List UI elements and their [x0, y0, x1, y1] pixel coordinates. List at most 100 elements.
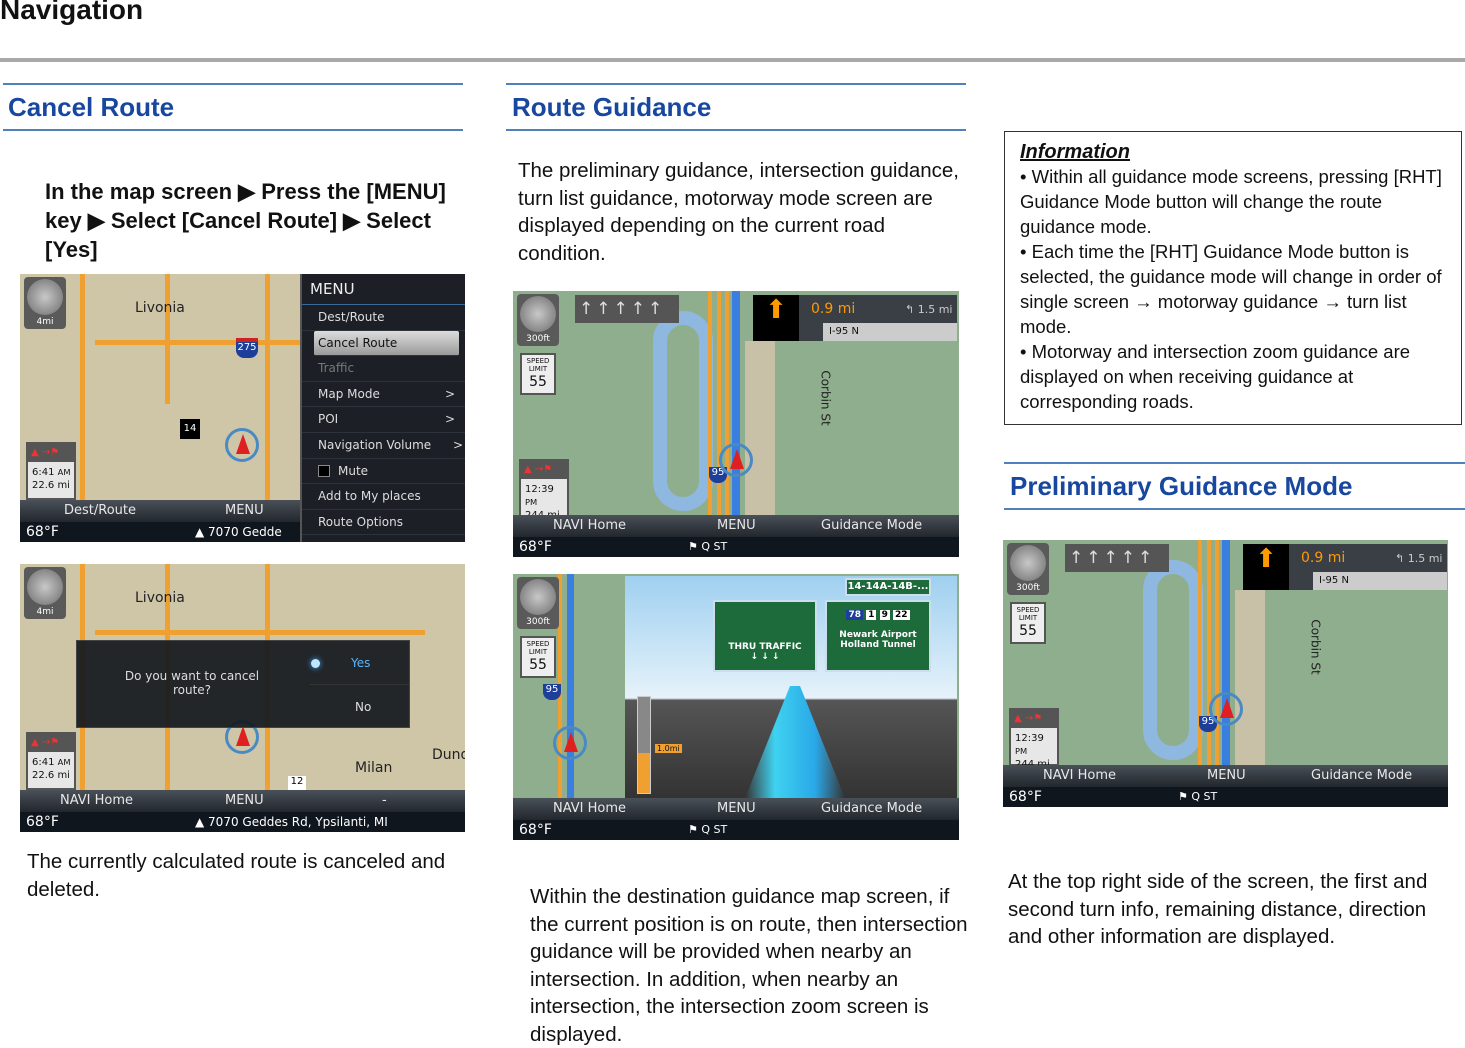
- compass-icon[interactable]: 4mi: [24, 277, 66, 329]
- eta-panel: 6:41 AM22.6 mi: [26, 442, 76, 500]
- route-guidance-body: Within the destination guidance map scre…: [530, 885, 968, 1046]
- mute-checkbox[interactable]: [318, 465, 330, 478]
- map-city-label: Livonia: [135, 300, 185, 316]
- menu-item-navigation-volume[interactable]: Navigation Volume >: [302, 433, 465, 459]
- compass-icon[interactable]: 300ft: [1007, 543, 1049, 595]
- chevron-right-icon: >: [444, 386, 455, 401]
- thru-traffic-sign: THRU TRAFFIC ↓ ↓ ↓: [713, 600, 817, 672]
- cancel-route-dialog: Do you want to cancel route? Yes No: [76, 640, 410, 728]
- compass-icon[interactable]: 300ft: [517, 294, 559, 346]
- interstate-shield-icon: 95: [543, 684, 561, 700]
- street-label: Corbin St: [1308, 619, 1323, 675]
- route-shield-icon: 14: [180, 419, 200, 439]
- right-softkey[interactable]: -: [382, 793, 387, 808]
- section-rule: [3, 83, 463, 85]
- street-label: Corbin St: [818, 370, 833, 426]
- menu-softkey[interactable]: MENU: [1207, 768, 1246, 783]
- cancel-route-instruction: In the map screen ▶ Press the [MENU] key…: [45, 179, 446, 262]
- preliminary-guidance-heading: Preliminary Guidance Mode: [1010, 471, 1353, 501]
- top-rule: [0, 58, 1465, 62]
- yes-button[interactable]: Yes: [309, 641, 409, 685]
- distance-bar: [637, 696, 651, 794]
- route-guidance-map-screen: Corbin St 95 300ft ↑↑↑↑↑ SPEED LIMIT 55 ⬆…: [513, 291, 959, 557]
- speed-limit-sign: SPEED LIMIT 55: [1010, 602, 1046, 644]
- soft-key-bar: NAVI Home MENU Guidance Mode: [513, 515, 959, 537]
- cancel-route-menu-screen: Livonia 275 14 4mi 6:41 AM22.6 mi Dest/R…: [20, 274, 465, 542]
- menu-item-add-to-my-places[interactable]: Add to My places: [302, 484, 465, 510]
- speed-limit-sign: SPEED LIMIT 55: [520, 353, 556, 395]
- route-guidance-heading: Route Guidance: [512, 92, 712, 122]
- eta-panel: 12:39 PM244 mi: [519, 459, 569, 521]
- status-bar: 68°F ⚑ Q ST: [513, 537, 959, 557]
- status-bar: 68°F ▲ 7070 Geddes Rd, Ypsilanti, MI: [20, 812, 465, 832]
- preliminary-guidance-body: At the top right side of the screen, the…: [1008, 870, 1428, 948]
- exit-number-sign: 14-14A-14B-...: [845, 578, 931, 596]
- chevron-right-icon: >: [452, 437, 463, 452]
- road-name: I-95 N: [1313, 572, 1447, 590]
- information-bullet: • Each time the [RHT] Guidance Mode butt…: [1020, 241, 1442, 337]
- compass-icon[interactable]: 300ft: [517, 577, 559, 629]
- nav-menu: MENU Dest/Route Cancel Route Traffic Map…: [300, 274, 465, 542]
- dest-route-softkey[interactable]: Dest/Route: [64, 503, 136, 518]
- section-rule: [1004, 508, 1465, 510]
- straight-arrow-icon: ⬆: [753, 295, 799, 341]
- second-turn-distance: ↰ 1.5 mi: [1395, 552, 1443, 565]
- road-name: I-95 N: [823, 323, 957, 341]
- menu-item-poi[interactable]: POI >: [302, 407, 465, 433]
- status-bar: 68°F ⚑ Q ST: [1003, 787, 1448, 807]
- soft-key-bar: NAVI Home MENU -: [20, 790, 465, 812]
- car-position-icon: [1209, 692, 1243, 726]
- navi-home-softkey[interactable]: NAVI Home: [1043, 768, 1116, 783]
- map-city-label: Dund: [432, 747, 465, 763]
- information-bullet: • Within all guidance mode screens, pres…: [1020, 166, 1442, 237]
- intersection-zoom-view: 1.0mi 14-14A-14B-... THRU TRAFFIC ↓ ↓ ↓ 7…: [625, 576, 957, 798]
- menu-softkey[interactable]: MENU: [717, 801, 756, 816]
- car-position-icon: [225, 428, 259, 462]
- navi-home-softkey[interactable]: NAVI Home: [60, 793, 133, 808]
- turn-info-panel: ⬆ 0.9 mi ↰ 1.5 mi I-95 N: [1243, 544, 1447, 590]
- lane-guidance-icon: ↑↑↑↑↑: [575, 295, 679, 323]
- cancel-route-confirm-screen: Livonia Milan Dund 12 4mi Do you want to…: [20, 564, 465, 832]
- cancel-route-heading: Cancel Route: [8, 92, 175, 122]
- guidance-mode-softkey[interactable]: Guidance Mode: [1311, 768, 1412, 783]
- navi-home-softkey[interactable]: NAVI Home: [553, 801, 626, 816]
- interstate-shield-icon: 275: [236, 338, 258, 358]
- menu-item-route-options[interactable]: Route Options: [302, 510, 465, 536]
- menu-softkey[interactable]: MENU: [225, 503, 264, 518]
- menu-item-mute[interactable]: Mute: [302, 459, 465, 485]
- menu-title: MENU: [302, 274, 465, 305]
- guidance-mode-softkey[interactable]: Guidance Mode: [821, 518, 922, 533]
- straight-arrow-icon: ⬆: [1243, 544, 1289, 590]
- intersection-zoom-screen: 95 300ft SPEED LIMIT 55 1.0mi 14-14A-14B-…: [513, 574, 959, 840]
- menu-item-map-mode[interactable]: Map Mode >: [302, 382, 465, 408]
- eta-panel: 12:39 PM244 mi: [1009, 708, 1059, 770]
- no-button[interactable]: No: [309, 685, 409, 729]
- chevron-right-icon: >: [444, 412, 455, 427]
- preliminary-guidance-screen: Corbin St 95 300ft ↑↑↑↑↑ SPEED LIMIT 55 ⬆…: [1003, 540, 1448, 807]
- second-turn-distance: ↰ 1.5 mi: [905, 303, 953, 316]
- turn-info-panel: ⬆ 0.9 mi ↰ 1.5 mi I-95 N: [753, 295, 957, 341]
- soft-key-bar: NAVI Home MENU Guidance Mode: [1003, 765, 1448, 787]
- status-bar: 68°F ⚑ Q ST: [513, 820, 959, 840]
- soft-key-bar: NAVI Home MENU Guidance Mode: [513, 798, 959, 820]
- navi-home-softkey[interactable]: NAVI Home: [553, 518, 626, 533]
- compass-icon[interactable]: 4mi: [24, 567, 66, 619]
- route-guidance-intro: The preliminary guidance, intersection g…: [518, 159, 960, 265]
- speed-limit-sign: SPEED LIMIT 55: [520, 636, 556, 678]
- menu-softkey[interactable]: MENU: [717, 518, 756, 533]
- distance-bar-label: 1.0mi: [655, 744, 682, 753]
- guidance-mode-softkey[interactable]: Guidance Mode: [821, 801, 922, 816]
- section-rule: [1004, 462, 1465, 464]
- car-position-icon: [719, 443, 753, 477]
- first-turn-distance: 0.9 mi: [1301, 550, 1346, 566]
- page-title: Navigation: [0, 0, 144, 25]
- information-box: Information • Within all guidance mode s…: [1004, 131, 1462, 425]
- information-bullet: • Motorway and intersection zoom guidanc…: [1020, 341, 1411, 412]
- map-city-label: Livonia: [135, 590, 185, 606]
- map-city-label: Milan: [355, 760, 393, 776]
- menu-softkey[interactable]: MENU: [225, 793, 264, 808]
- first-turn-distance: 0.9 mi: [811, 301, 856, 317]
- section-rule: [506, 83, 966, 85]
- menu-item-cancel-route[interactable]: Cancel Route: [314, 330, 459, 357]
- menu-item-dest-route[interactable]: Dest/Route: [302, 305, 465, 331]
